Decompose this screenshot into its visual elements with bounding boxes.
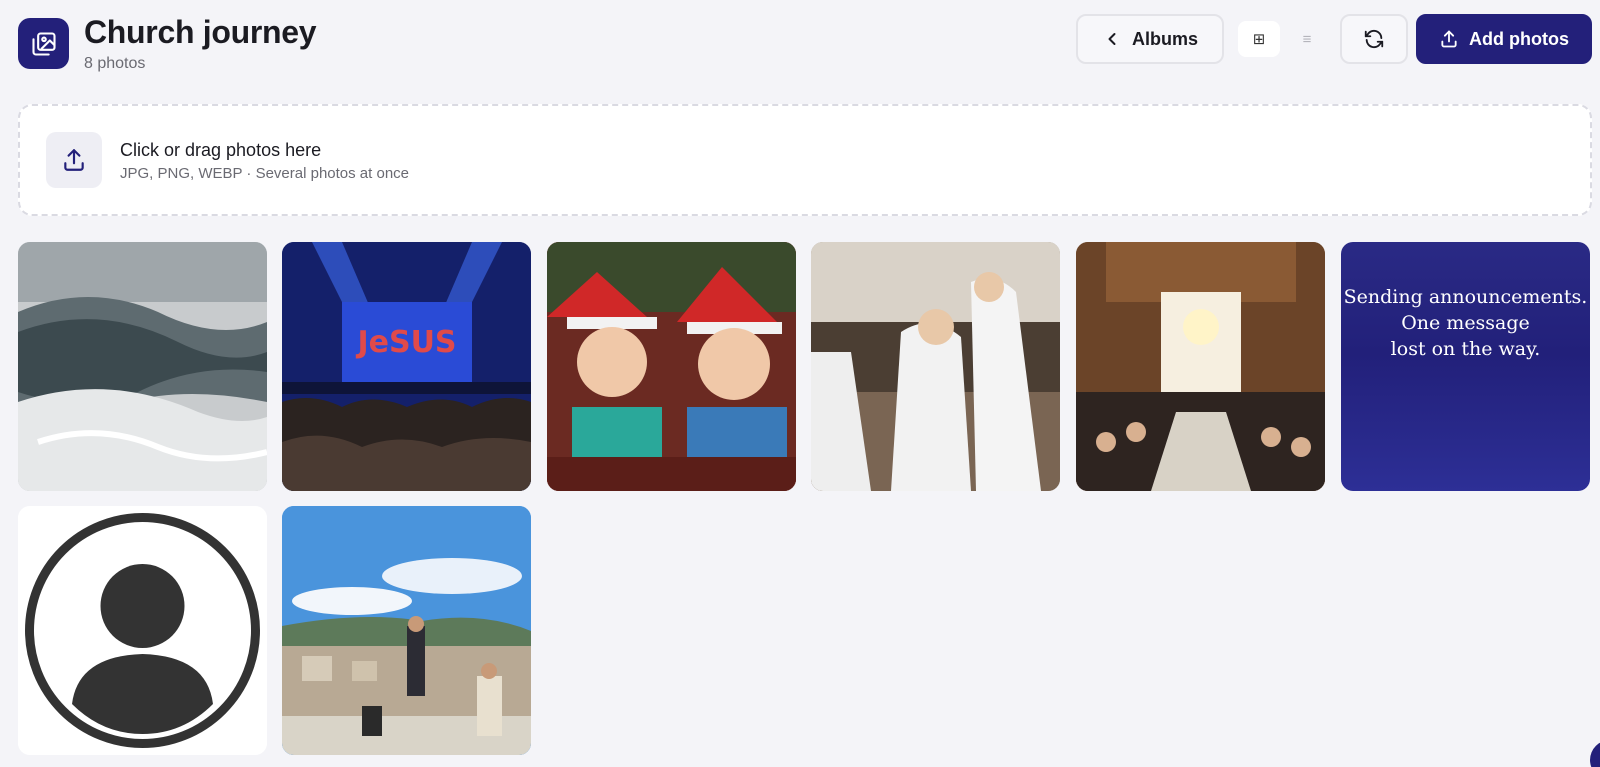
- add-photos-button[interactable]: Add photos: [1416, 14, 1592, 64]
- photo-city-view[interactable]: [282, 506, 531, 755]
- albums-back-button[interactable]: Albums: [1076, 14, 1224, 64]
- photo-concert[interactable]: JeSUS: [282, 242, 531, 491]
- caption-line: lost on the way.: [1390, 338, 1541, 360]
- upload-icon: [46, 132, 102, 188]
- view-toggle: ⊞ ≡: [1238, 21, 1328, 59]
- page-title: Church journey: [84, 14, 317, 50]
- photo-procession[interactable]: [811, 242, 1060, 491]
- add-photos-label: Add photos: [1469, 28, 1569, 49]
- upload-dropzone[interactable]: Click or drag photos here JPG, PNG, WEBP…: [18, 104, 1592, 216]
- caption-line: Sending announcements.: [1343, 286, 1588, 308]
- list-view-icon[interactable]: ≡: [1286, 21, 1328, 57]
- photo-kids-santa-hats[interactable]: [547, 242, 796, 491]
- photo-text-card[interactable]: Sending announcements. One message lost …: [1341, 242, 1590, 491]
- dropzone-title: Click or drag photos here: [120, 140, 322, 160]
- upload-icon: [1441, 30, 1457, 48]
- refresh-icon: [1364, 29, 1384, 49]
- photo-avatar-placeholder[interactable]: [18, 506, 267, 755]
- grid-view-icon[interactable]: ⊞: [1238, 21, 1280, 57]
- photo-ocean-wave[interactable]: [18, 242, 267, 491]
- help-button[interactable]: [1590, 740, 1600, 767]
- albums-label: Albums: [1131, 28, 1198, 49]
- photo-album-icon: [18, 18, 69, 69]
- user-avatar-icon: [18, 506, 267, 755]
- page-header: Church journey 8 photos Albums ⊞ ≡ Add p…: [18, 14, 1592, 78]
- caption-line: One message: [1401, 312, 1530, 334]
- chevron-left-icon: [1108, 33, 1116, 45]
- title-block: Church journey 8 photos: [84, 14, 317, 73]
- dropzone-subtitle: JPG, PNG, WEBP · Several photos at once: [120, 165, 410, 182]
- photo-church-interior[interactable]: [1076, 242, 1325, 491]
- photo-count: 8 photos: [84, 55, 146, 72]
- svg-text:JeSUS: JeSUS: [355, 325, 456, 360]
- text-card-caption: Sending announcements. One message lost …: [1341, 284, 1590, 362]
- refresh-button[interactable]: [1340, 14, 1408, 64]
